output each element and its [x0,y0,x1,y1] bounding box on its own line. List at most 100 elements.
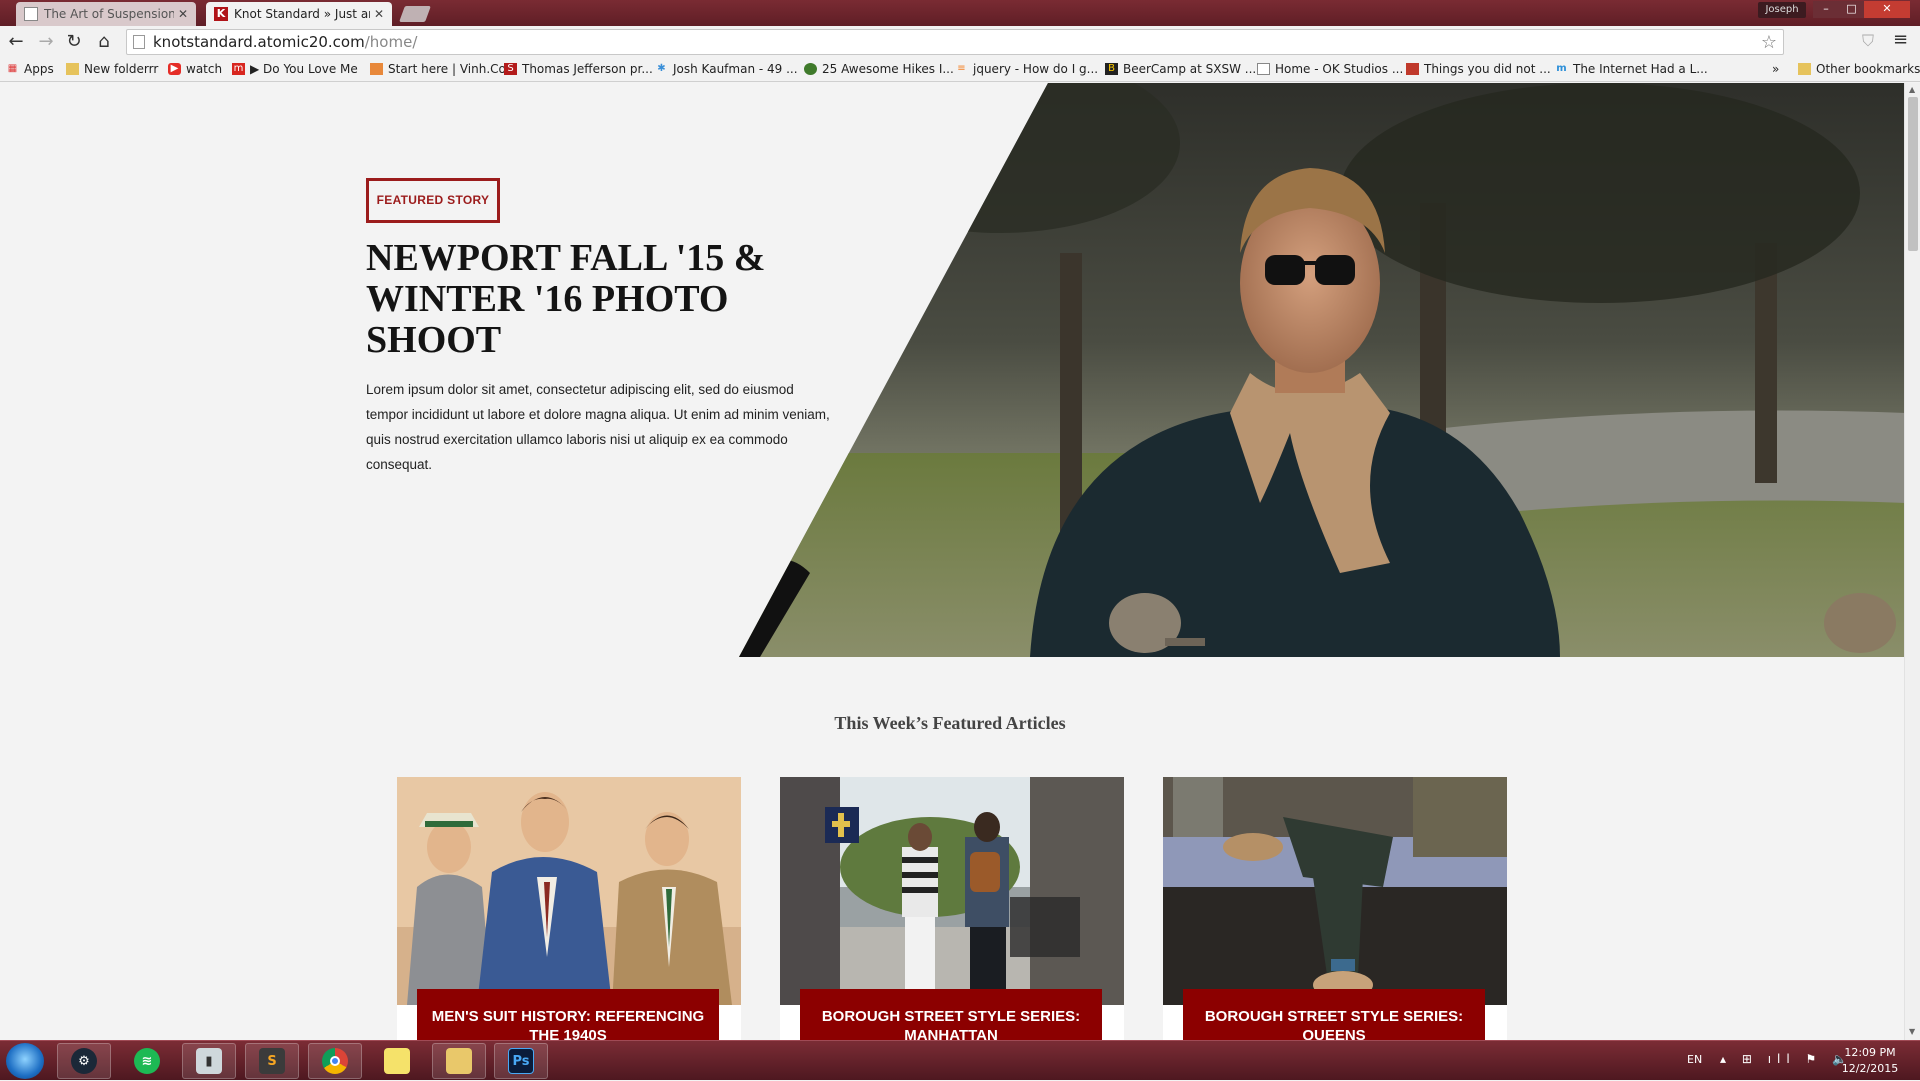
site-icon [1406,63,1419,75]
scroll-down-arrow-icon[interactable]: ▼ [1909,1027,1915,1036]
site-icon [804,63,817,75]
scrollbar-thumb[interactable] [1908,97,1918,251]
windows-taskbar: ⚙ ≋ ▮ S Ps EN ▴ ⊞ ıll ⚑ 🔈 12:09 PM 12/2/… [0,1040,1920,1080]
bookmarks-overflow-button[interactable]: » [1772,62,1779,76]
hero-title[interactable]: NEWPORT FALL '15 & WINTER '16 PHOTO SHOO… [366,238,786,361]
taskbar-explorer[interactable] [432,1043,486,1079]
taskbar-photoshop[interactable]: Ps [494,1043,548,1079]
tab-active[interactable]: K Knot Standard » Just anot ✕ [206,2,392,26]
bookmark-label: 25 Awesome Hikes I... [822,62,954,76]
apps-grid-icon: ▦ [7,63,18,74]
bookmark-label: watch [186,62,223,76]
manhattan-street-photo [780,777,1124,1005]
bookmark-label: Things you did not ... [1424,62,1551,76]
close-window-button[interactable]: ✕ [1864,1,1910,18]
taskbar-spotify[interactable]: ≋ [120,1043,174,1079]
bookmark-item[interactable]: S Thomas Jefferson pr... [504,62,653,76]
folder-icon [1798,63,1811,75]
bookmark-item[interactable]: m ▶ Do You Love Me [232,62,358,76]
reload-icon[interactable]: ↻ [62,31,86,53]
sublime-text-icon: S [259,1048,285,1074]
bookmark-label: The Internet Had a L... [1573,62,1708,76]
menu-icon[interactable]: ≡ [1893,29,1908,50]
close-tab-icon[interactable]: ✕ [374,7,384,21]
section-title: This Week’s Featured Articles [834,713,1066,733]
app-icon: ▮ [196,1048,222,1074]
hero-photo-content [739,83,1906,657]
file-explorer-icon [446,1048,472,1074]
article-title[interactable]: BOROUGH STREET STYLE SERIES: MANHATTAN [800,989,1102,1040]
bookmark-label: ▶ Do You Love Me [250,62,358,76]
taskbar-chrome[interactable] [308,1043,362,1079]
other-bookmarks[interactable]: Other bookmarks [1798,62,1920,76]
site-icon: S [504,63,517,75]
article-card[interactable]: MEN'S SUIT HISTORY: REFERENCING THE 1940… [397,777,741,1040]
bookmark-item[interactable]: B BeerCamp at SXSW ... [1105,62,1256,76]
photoshop-icon: Ps [508,1048,534,1074]
page-icon [133,35,145,49]
bookmark-label: Apps [24,62,54,76]
bookmark-label: Josh Kaufman - 49 ... [673,62,798,76]
taskbar-sublime[interactable]: S [245,1043,299,1079]
article-title[interactable]: BOROUGH STREET STYLE SERIES: QUEENS [1183,989,1485,1040]
start-button[interactable] [6,1043,44,1079]
taskbar-steam[interactable]: ⚙ [57,1043,111,1079]
url-path: /home/ [364,33,418,51]
taskbar-sticky-notes[interactable] [370,1043,424,1079]
tab-inactive[interactable]: The Art of Suspension of F ✕ [16,2,196,26]
close-tab-icon[interactable]: ✕ [178,7,188,21]
clock-time[interactable]: 12:09 PM [1840,1046,1900,1059]
back-arrow-icon[interactable]: ← [4,31,28,53]
bookmark-label: Start here | Vinh.Co [388,62,506,76]
article-title[interactable]: MEN'S SUIT HISTORY: REFERENCING THE 1940… [417,989,719,1040]
language-indicator[interactable]: EN [1687,1053,1702,1066]
bookmark-item[interactable]: ▶ watch [168,62,222,76]
bookmark-label: Home - OK Studios ... [1275,62,1404,76]
new-tab-button[interactable] [399,6,431,22]
bookmark-item[interactable]: Start here | Vinh.Co [370,62,506,76]
browser-toolbar: ← → ↻ ⌂ knotstandard.atomic20.com/home/ … [0,26,1920,58]
bookmark-item[interactable]: ✱ Josh Kaufman - 49 ... [655,62,798,76]
bookmark-label: Other bookmarks [1816,62,1920,76]
bookmark-item[interactable]: ≡ jquery - How do I g... [955,62,1098,76]
queens-subway-photo [1163,777,1507,1005]
profile-button[interactable]: Joseph [1758,2,1806,18]
featured-story-badge[interactable]: FEATURED STORY [366,178,500,223]
tab-title: The Art of Suspension of F [44,7,174,21]
maximize-button[interactable]: □ [1839,1,1864,18]
bookmark-label: New folderrr [84,62,159,76]
tab-title: Knot Standard » Just anot [234,7,370,21]
tray-icons[interactable]: ▴ ⊞ ıll ⚑ 🔈 [1720,1052,1853,1066]
system-tray: EN ▴ ⊞ ıll ⚑ 🔈 12:09 PM 12/2/2015 [1680,1041,1920,1081]
suit-history-illustration [397,777,741,1005]
url-host: knotstandard.atomic20.com [153,33,365,51]
music-icon: m [232,63,245,75]
bookmark-item[interactable]: New folderrr [66,62,158,76]
bookmark-item[interactable]: m The Internet Had a L... [1555,62,1708,76]
minimize-button[interactable]: – [1813,1,1839,18]
article-card[interactable]: BOROUGH STREET STYLE SERIES: MANHATTAN [780,777,1124,1040]
folder-icon [66,63,79,75]
scroll-up-arrow-icon[interactable]: ▲ [1909,85,1915,94]
bookmark-apps[interactable]: ▦ Apps [6,62,54,76]
hero-description: Lorem ipsum dolor sit amet, consectetur … [366,382,830,472]
page-scrollbar[interactable]: ▲ ▼ [1904,83,1920,1040]
bookmark-star-icon[interactable]: ☆ [1761,32,1777,53]
site-icon: ✱ [657,63,666,74]
address-bar[interactable]: knotstandard.atomic20.com/home/ ☆ [126,29,1784,55]
site-icon: B [1105,63,1118,75]
bookmark-label: Thomas Jefferson pr... [522,62,653,76]
bookmark-label: jquery - How do I g... [973,62,1099,76]
bookmark-item[interactable]: Home - OK Studios ... [1257,62,1403,76]
extension-shield-icon[interactable]: ⛉ [1862,31,1874,51]
home-icon[interactable]: ⌂ [92,31,116,53]
forward-arrow-icon[interactable]: → [34,31,58,53]
web-page: FEATURED STORY NEWPORT FALL '15 & WINTER… [0,83,1920,1040]
taskbar-app[interactable]: ▮ [182,1043,236,1079]
hero-image [739,83,1906,657]
clock-date[interactable]: 12/2/2015 [1840,1062,1900,1075]
bookmark-item[interactable]: 25 Awesome Hikes I... [804,62,954,76]
article-card[interactable]: BOROUGH STREET STYLE SERIES: QUEENS [1163,777,1507,1040]
steam-icon: ⚙ [71,1048,97,1074]
bookmark-item[interactable]: Things you did not ... [1406,62,1551,76]
